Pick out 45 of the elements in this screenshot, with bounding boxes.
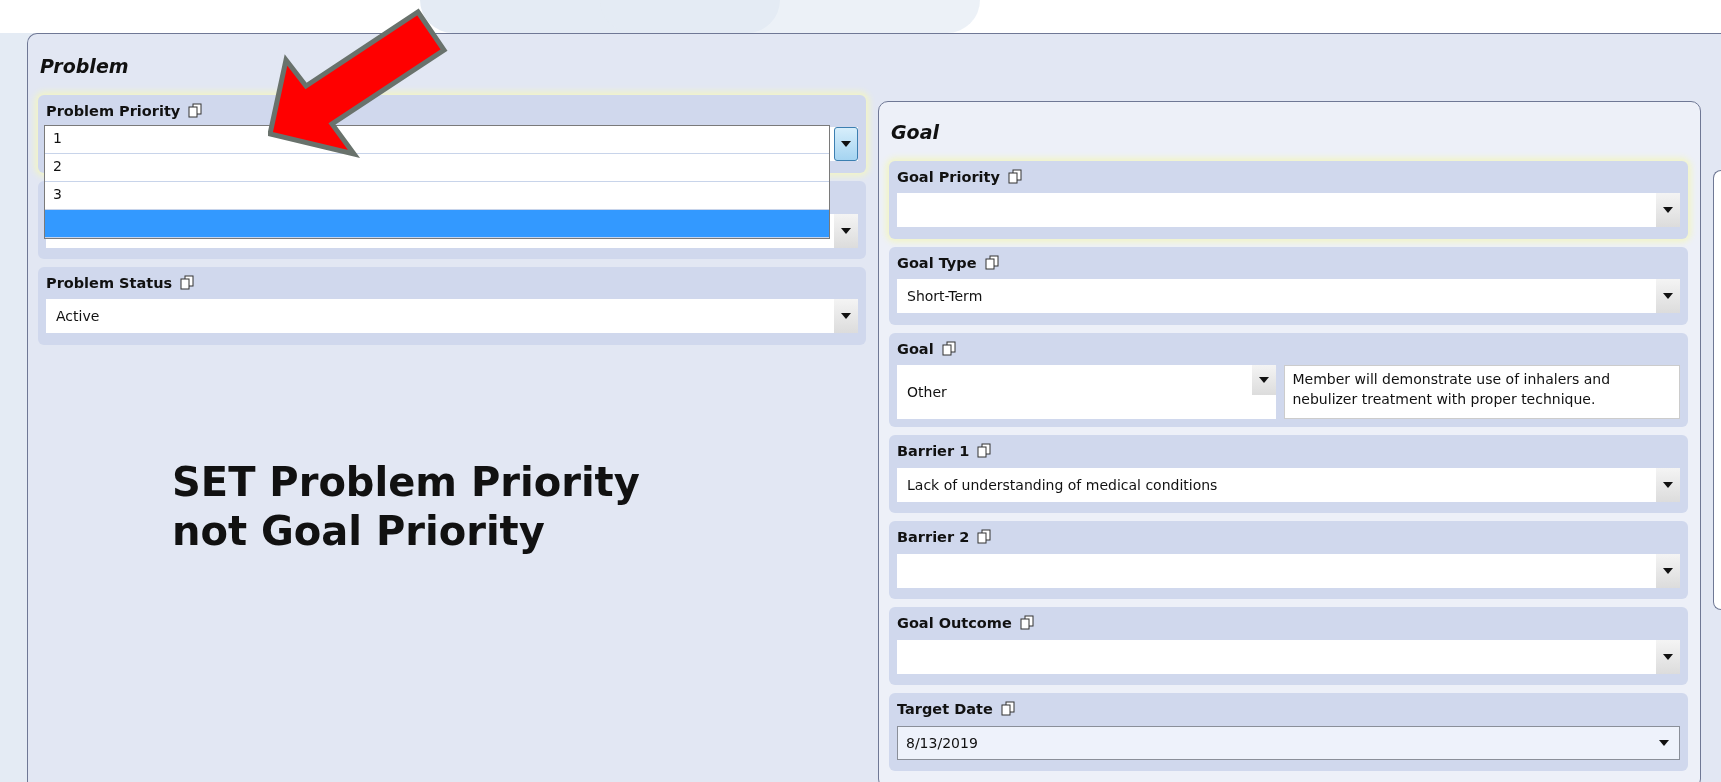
field-label: Problem Priority	[46, 102, 181, 119]
copy-icon[interactable]	[1007, 168, 1022, 184]
copy-icon[interactable]	[977, 529, 992, 545]
dropdown-button[interactable]	[1656, 554, 1680, 588]
caret-icon	[1663, 654, 1673, 660]
copy-icon[interactable]	[1000, 701, 1015, 717]
field-label: Barrier 2	[897, 529, 970, 546]
copy-icon[interactable]	[941, 340, 956, 356]
date-field[interactable]: 8/13/2019	[897, 726, 1680, 760]
annotation-text: not Goal Priority	[172, 506, 546, 556]
caret-icon	[841, 313, 851, 320]
field-label: Target Date	[897, 701, 993, 718]
dropdown-button[interactable]	[834, 299, 858, 334]
field-label: Barrier 1	[897, 443, 970, 460]
copy-icon[interactable]	[180, 274, 195, 290]
field-label: Goal Type	[897, 254, 977, 271]
dropdown-button[interactable]	[834, 127, 858, 162]
field-label: Goal	[897, 340, 934, 357]
copy-icon[interactable]	[188, 102, 203, 118]
dropdown-button[interactable]	[834, 213, 858, 248]
dropdown-button[interactable]	[1251, 365, 1276, 396]
text-field[interactable]: Member will demonstrate use of inhalers and nebulizer treatment with proper technique.	[1283, 365, 1680, 420]
copy-icon[interactable]	[1019, 615, 1034, 631]
caret-icon	[1663, 482, 1673, 488]
field-label: Problem Status	[46, 274, 173, 291]
caret-icon	[1663, 207, 1673, 214]
copy-icon[interactable]	[977, 443, 992, 459]
caret-icon	[841, 227, 851, 234]
caret-icon	[1663, 293, 1673, 300]
dropdown-button[interactable]	[1656, 279, 1680, 314]
dropdown-option[interactable]: 3	[45, 181, 829, 210]
dropdown-button[interactable]	[1656, 193, 1680, 228]
field-label: Goal Priority	[897, 168, 1000, 185]
caret-icon	[841, 141, 851, 148]
dropdown-button[interactable]	[1656, 640, 1680, 674]
caret-icon[interactable]	[1659, 740, 1669, 746]
caret-icon	[1663, 568, 1673, 574]
section-title: Problem	[40, 54, 130, 79]
copy-icon[interactable]	[984, 254, 999, 270]
section-title: Goal	[891, 120, 941, 145]
field-label: Goal Outcome	[897, 615, 1012, 632]
annotation-text: SET Problem Priority	[172, 458, 640, 507]
dropdown-button[interactable]	[1656, 468, 1680, 502]
caret-icon	[1258, 377, 1269, 384]
dropdown-option[interactable]: 2	[45, 153, 829, 182]
